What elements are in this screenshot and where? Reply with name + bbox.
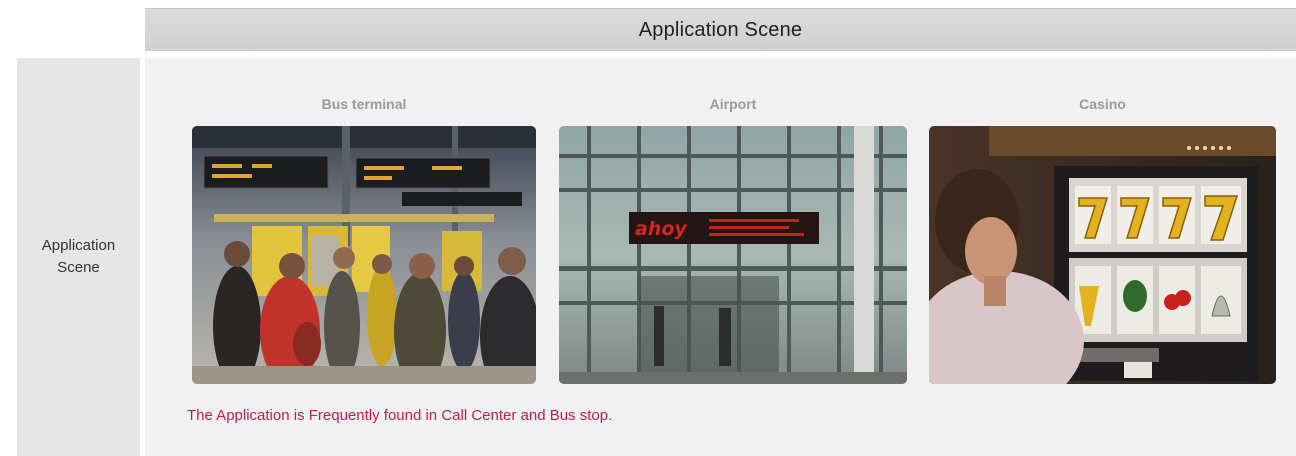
page-title: Application Scene [638, 18, 803, 41]
scene-label-bus-terminal: Bus terminal [321, 96, 407, 112]
bus-terminal-photo [192, 126, 536, 384]
table-header: Application Scene [145, 8, 1296, 51]
scene-airport: Airport ahoy [559, 94, 907, 384]
scene-bus-terminal: Bus terminal [192, 94, 536, 384]
row-label-cell: Application Scene [17, 58, 140, 456]
casino-photo [929, 126, 1276, 384]
scene-label-airport: Airport [709, 96, 757, 112]
row-label: Application Scene [41, 237, 116, 276]
airport-sign-brand: ahoy [635, 218, 688, 240]
footnote-text: The Application is Frequently found in C… [187, 407, 613, 424]
content-cell: Bus terminal Airport ahoy Casino The App… [145, 58, 1296, 456]
scene-casino: Casino [929, 94, 1276, 384]
scene-label-casino: Casino [1079, 96, 1126, 112]
airport-photo: ahoy [559, 126, 907, 384]
